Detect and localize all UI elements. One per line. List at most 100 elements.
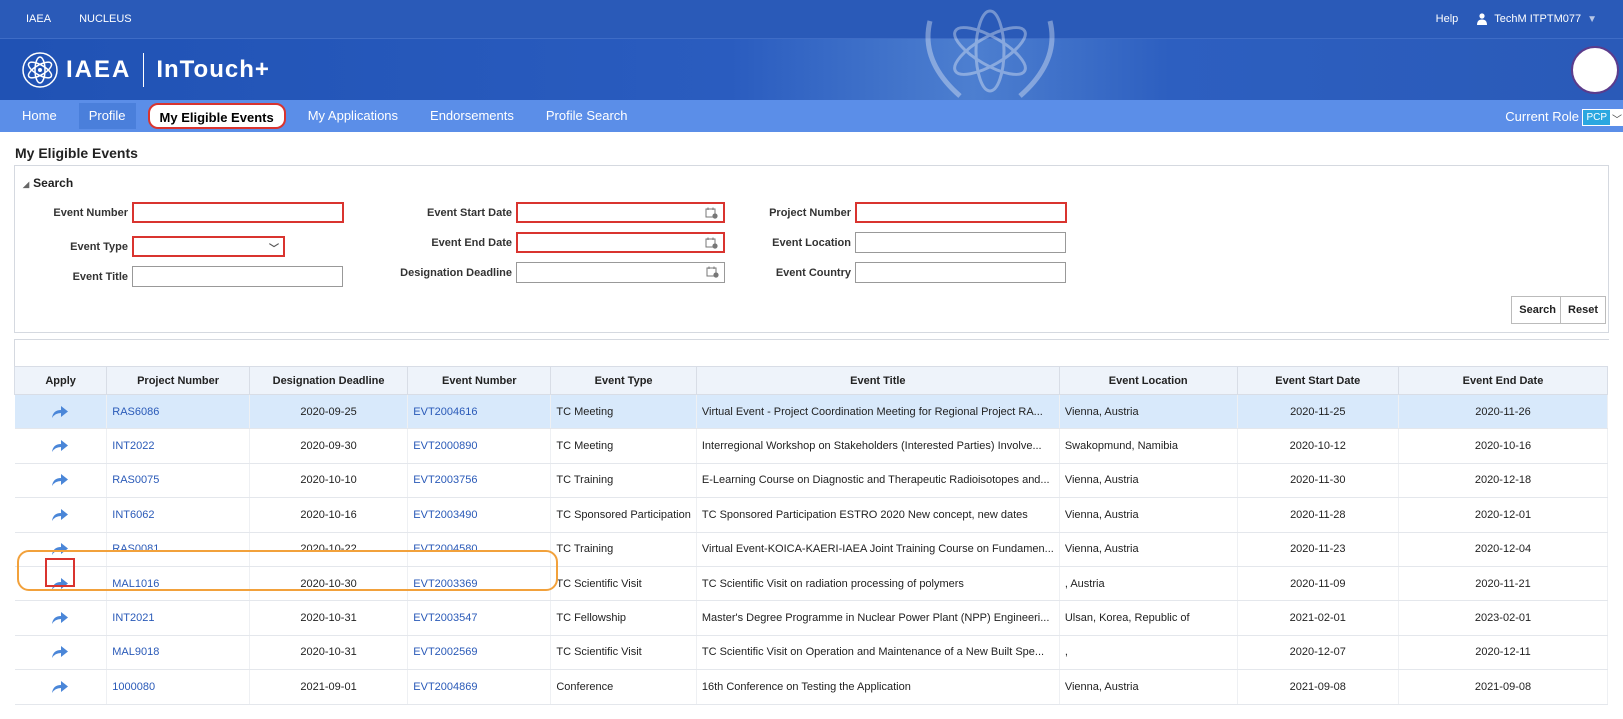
table-toolbar (14, 339, 1609, 366)
table-row[interactable]: MAL9018 2020-10-31 EVT2002569 TC Scientific… (14, 635, 1609, 671)
search-button[interactable]: Search (1511, 296, 1564, 324)
event-end-date-field: Event End Date (395, 232, 725, 253)
project-number-link[interactable]: RAS0075 (106, 463, 250, 499)
col-event-number[interactable]: Event Number (407, 366, 552, 395)
designation-deadline-cell: 2020-10-16 (249, 497, 409, 533)
events-table: Apply Project Number Designation Deadlin… (13, 366, 1609, 705)
col-event-type[interactable]: Event Type (550, 366, 697, 395)
event-type-cell: TC Meeting (550, 394, 697, 430)
calendar-icon[interactable] (705, 207, 718, 219)
event-number-link[interactable]: EVT2003756 (407, 463, 552, 499)
project-number-input[interactable] (855, 202, 1067, 223)
event-title-input[interactable] (132, 266, 343, 287)
apply-button[interactable] (14, 669, 108, 705)
event-location-cell: , Austria (1059, 566, 1238, 602)
page-title: My Eligible Events (15, 145, 138, 161)
event-number-input[interactable] (132, 202, 344, 223)
apply-button[interactable] (14, 497, 108, 533)
help-link[interactable]: Help (1436, 13, 1459, 25)
calendar-icon[interactable] (705, 237, 718, 249)
col-event-title[interactable]: Event Title (695, 366, 1060, 395)
event-start-date-input[interactable] (516, 202, 725, 223)
apply-button[interactable] (14, 394, 108, 430)
project-number-link[interactable]: 1000080 (106, 669, 250, 705)
nav-profile[interactable]: Profile (78, 103, 136, 129)
search-toggle[interactable]: ◢ Search (23, 176, 73, 190)
event-title-field: Event Title (35, 266, 343, 287)
event-type-cell: TC Sponsored Participation (550, 497, 697, 533)
project-number-link[interactable]: INT6062 (106, 497, 250, 533)
event-type-cell: TC Scientific Visit (550, 566, 697, 602)
col-event-start-date[interactable]: Event Start Date (1236, 366, 1399, 395)
event-end-date-cell: 2020-11-26 (1398, 394, 1609, 430)
designation-deadline-input[interactable] (516, 262, 725, 283)
event-location-cell: Ulsan, Korea, Republic of (1059, 600, 1238, 636)
role-select[interactable]: PCP ﹀ (1582, 109, 1623, 126)
apply-button[interactable] (14, 635, 108, 671)
apply-button[interactable] (14, 600, 108, 636)
event-location-cell: Vienna, Austria (1059, 497, 1238, 533)
apply-arrow-icon (52, 405, 69, 418)
table-row[interactable]: 1000080 2021-09-01 EVT2004869 Conference 16t… (14, 669, 1609, 705)
apply-button[interactable] (14, 463, 108, 499)
event-end-date-input[interactable] (516, 232, 725, 253)
col-event-location[interactable]: Event Location (1058, 366, 1238, 395)
event-number-link[interactable]: EVT2004616 (407, 394, 552, 430)
event-title-cell: E-Learning Course on Diagnostic and Ther… (696, 463, 1060, 499)
project-number-link[interactable]: INT2022 (106, 428, 250, 464)
event-country-input[interactable] (855, 262, 1066, 283)
event-start-date-cell: 2020-10-12 (1237, 428, 1399, 464)
nucleus-link[interactable]: NUCLEUS (79, 13, 132, 25)
event-end-date-cell: 2020-12-01 (1398, 497, 1609, 533)
event-number-link[interactable]: EVT2003547 (407, 600, 552, 636)
table-row[interactable]: INT6062 2020-10-16 EVT2003490 TC Sponsored … (14, 497, 1609, 533)
event-start-date-cell: 2020-11-30 (1237, 463, 1399, 499)
project-number-link[interactable]: INT2021 (106, 600, 250, 636)
event-type-cell: TC Fellowship (550, 600, 697, 636)
project-number-link[interactable]: MAL9018 (106, 635, 250, 671)
event-end-date-cell: 2021-09-08 (1398, 669, 1609, 705)
col-project-number[interactable]: Project Number (106, 366, 250, 395)
table-row[interactable]: RAS0075 2020-10-10 EVT2003756 TC Training E-… (14, 463, 1609, 499)
event-number-label: Event Number (53, 206, 128, 219)
apply-arrow-icon (52, 474, 69, 487)
nav-home[interactable]: Home (12, 103, 67, 129)
apply-button[interactable] (14, 428, 108, 464)
col-apply[interactable]: Apply (13, 366, 108, 395)
event-type-cell: TC Scientific Visit (550, 635, 697, 671)
event-type-select[interactable]: ﹀ (132, 236, 285, 257)
calendar-icon[interactable] (706, 266, 719, 278)
col-event-end-date[interactable]: Event End Date (1397, 366, 1609, 395)
event-number-link[interactable]: EVT2000890 (407, 428, 552, 464)
event-title-cell: Virtual Event-KOICA-KAERI-IAEA Joint Tra… (696, 532, 1060, 567)
event-title-cell: Virtual Event - Project Coordination Mee… (696, 394, 1060, 430)
event-location-field: Event Location (755, 232, 1066, 253)
event-location-cell: Vienna, Austria (1059, 463, 1238, 499)
event-start-date-cell: 2021-02-01 (1237, 600, 1399, 636)
event-end-date-cell: 2020-12-04 (1398, 532, 1609, 567)
table-row[interactable]: RAS6086 2020-09-25 EVT2004616 TC Meeting Vir… (14, 394, 1609, 430)
table-row[interactable]: INT2021 2020-10-31 EVT2003547 TC Fellowship… (14, 600, 1609, 636)
iaea-link[interactable]: IAEA (26, 13, 51, 25)
event-location-input[interactable] (855, 232, 1066, 253)
avatar[interactable] (1571, 46, 1619, 94)
nav-my-applications[interactable]: My Applications (298, 103, 408, 129)
event-country-label: Event Country (775, 266, 851, 279)
nav-endorsements[interactable]: Endorsements (420, 103, 524, 129)
nav-profile-search[interactable]: Profile Search (536, 103, 638, 129)
user-icon (1477, 13, 1488, 25)
search-heading: Search (33, 176, 74, 190)
event-number-link[interactable]: EVT2002569 (407, 635, 552, 671)
table-row[interactable]: INT2022 2020-09-30 EVT2000890 TC Meeting Int… (14, 428, 1609, 464)
main-nav: Home Profile My Eligible Events My Appli… (0, 100, 1623, 132)
event-number-link[interactable]: EVT2003490 (407, 497, 552, 533)
project-number-link[interactable]: RAS6086 (106, 394, 250, 430)
event-type-field: Event Type ﹀ (35, 236, 285, 257)
designation-deadline-cell: 2021-09-01 (249, 669, 409, 705)
col-designation-deadline[interactable]: Designation Deadline (248, 366, 409, 395)
nav-my-eligible-events[interactable]: My Eligible Events (147, 103, 286, 129)
event-start-date-field: Event Start Date (395, 202, 725, 223)
reset-button[interactable]: Reset (1560, 296, 1606, 324)
user-menu[interactable]: TechM ITPTM077 ▼ (1476, 13, 1597, 25)
event-number-link[interactable]: EVT2004869 (407, 669, 552, 705)
